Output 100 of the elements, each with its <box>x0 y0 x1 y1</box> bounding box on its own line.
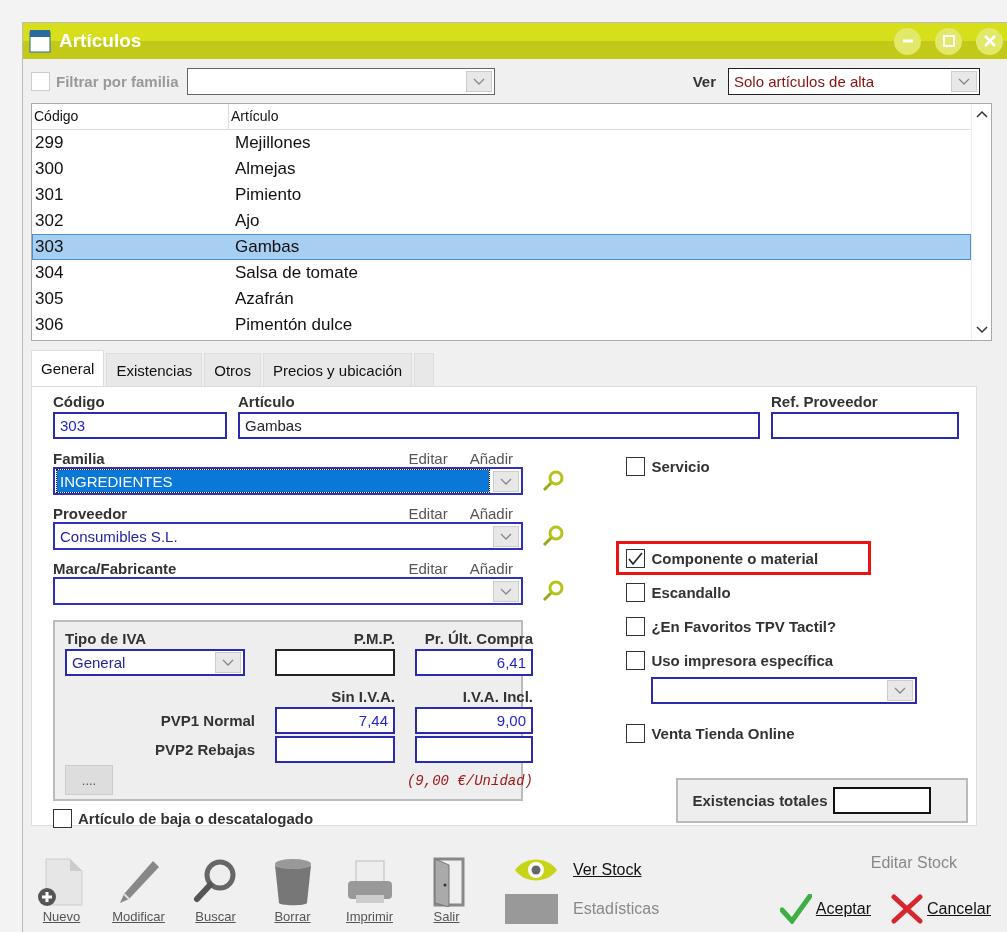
checkbox[interactable] <box>626 723 646 743</box>
scroll-up-icon[interactable] <box>975 110 988 118</box>
column-header[interactable]: Código <box>32 104 229 129</box>
table-cell-text: 306 <box>34 315 65 335</box>
view-select[interactable]: Solo artículos de alta <box>728 67 980 95</box>
gross-price-field[interactable]: 9,00 <box>415 707 533 734</box>
checkbox[interactable] <box>53 809 72 828</box>
price-label: PVP2 Rebajas <box>153 741 255 758</box>
checkbox[interactable] <box>626 582 646 602</box>
checkbox[interactable] <box>626 456 646 476</box>
supplier-ref-field[interactable] <box>771 412 959 439</box>
checkbox-label: Uso impresora específica <box>651 651 834 669</box>
table-cell-text: Pimiento <box>234 185 303 205</box>
list-row[interactable]: 300 Almejas <box>32 156 971 182</box>
field-label: Artículo <box>238 393 296 410</box>
table-cell-text: Almejas <box>234 159 297 179</box>
tab[interactable]: Otros <box>204 353 261 386</box>
field-label: Proveedor <box>53 505 129 522</box>
field-label: Ref. Proveedor <box>771 393 879 410</box>
scroll-down-icon[interactable] <box>975 326 988 334</box>
lookup-select[interactable]: INGREDIENTES <box>53 467 523 495</box>
table-cell-text: 305 <box>34 289 65 309</box>
net-price-field[interactable]: 7,44 <box>275 707 395 734</box>
gross-price-field[interactable] <box>415 736 533 763</box>
add-link[interactable]: Añadir <box>469 560 513 577</box>
checkbox-label: ¿En Favoritos TPV Tactil? <box>651 617 837 635</box>
table-cell-text: Mejillones <box>234 133 312 153</box>
price-label: PVP1 Normal <box>159 712 255 729</box>
field-label: P.M.P. <box>352 630 395 647</box>
close-icon <box>983 35 996 47</box>
calendar-icon <box>29 29 51 53</box>
edit-link[interactable]: Editar <box>408 560 448 577</box>
table-cell-text: 304 <box>34 263 65 283</box>
article-field[interactable]: Gambas <box>238 412 760 439</box>
add-link[interactable]: Añadir <box>469 505 513 522</box>
table-cell-text: Gambas <box>234 237 301 257</box>
new-document-icon <box>37 857 86 907</box>
table-cell-text: Pimentón dulce <box>234 315 354 335</box>
accept-button[interactable]: Aceptar <box>779 894 871 924</box>
table-cell-text: 299 <box>34 133 65 153</box>
view-label: Ver <box>692 72 716 90</box>
table-cell-text: 302 <box>34 211 65 231</box>
table-cell-text: Ajo <box>234 211 261 231</box>
filter-label: Filtrar por familia <box>56 72 179 90</box>
field-label: Existencias totales <box>692 792 828 809</box>
toolbar-button[interactable]: Imprimir <box>331 857 408 924</box>
table-cell-text: 303 <box>34 237 65 257</box>
checkbox-label: Escandallo <box>651 583 731 601</box>
field-label: Pr. Últ. Compra <box>423 630 533 647</box>
field-label: Marca/Fabricante <box>53 560 178 577</box>
checkbox-label: Servicio <box>651 457 710 475</box>
list-row[interactable]: 299 Mejillones <box>32 130 971 156</box>
add-link[interactable]: Añadir <box>469 450 513 467</box>
checkbox[interactable] <box>626 548 646 568</box>
field-label: Tipo de IVA <box>65 630 148 647</box>
column-header[interactable]: Artículo <box>229 104 971 129</box>
toolbar-button[interactable]: Modificar <box>100 857 177 924</box>
checkbox[interactable] <box>626 616 646 636</box>
toolbar-button[interactable]: Borrar <box>254 857 331 924</box>
toolbar-button[interactable]: Nuevo <box>23 857 100 924</box>
list-row[interactable]: 301 Pimiento <box>32 182 971 208</box>
field-label: Código <box>53 393 106 410</box>
field-label: I.V.A. Incl. <box>461 688 533 705</box>
checkbox-label: Venta Tienda Online <box>651 724 795 742</box>
view-stock-link[interactable]: Ver Stock <box>573 861 660 879</box>
lookup-select[interactable] <box>53 577 523 605</box>
table-cell-text: Azafrán <box>234 289 295 309</box>
vat-type-select[interactable]: General <box>65 649 245 676</box>
cancel-button[interactable]: Cancelar <box>890 894 991 924</box>
tab[interactable]: Precios y ubicación <box>262 353 413 386</box>
pmp-field[interactable] <box>275 649 395 676</box>
table-cell-text: 301 <box>34 185 65 205</box>
edit-link[interactable]: Editar <box>408 505 448 522</box>
total-stock-field[interactable] <box>833 787 932 814</box>
family-filter-select[interactable] <box>186 67 495 95</box>
tab[interactable]: General <box>31 350 105 386</box>
toolbar-button[interactable]: Salir <box>408 857 485 924</box>
table-cell-text: Salsa de tomate <box>234 263 359 283</box>
list-row[interactable]: 305 Azafrán <box>32 286 971 312</box>
list-row[interactable]: 306 Pimentón dulce <box>32 312 971 338</box>
tab[interactable]: Existencias <box>106 353 203 386</box>
unit-price: (9,00 €/Unidad) <box>406 773 533 791</box>
list-row[interactable]: 303 Gambas <box>32 234 971 260</box>
checkbox[interactable] <box>626 650 646 670</box>
checkbox-label: Artículo de baja o descatalogado <box>78 810 314 827</box>
edit-link[interactable]: Editar <box>408 450 448 467</box>
more-button[interactable]: .... <box>65 765 113 795</box>
toolbar-button[interactable]: Buscar <box>177 857 254 924</box>
net-price-field[interactable] <box>275 736 395 763</box>
scrollbar[interactable] <box>971 104 991 340</box>
lookup-select[interactable]: Consumibles S.L. <box>53 522 523 550</box>
cross-icon <box>890 894 923 924</box>
maximize-icon <box>942 35 955 47</box>
printer-select[interactable] <box>651 677 918 704</box>
table-cell-text: 300 <box>34 159 65 179</box>
list-row[interactable]: 304 Salsa de tomate <box>32 260 971 286</box>
list-row[interactable]: 302 Ajo <box>32 208 971 234</box>
last-purchase-field[interactable]: 6,41 <box>415 649 533 676</box>
code-field[interactable]: 303 <box>53 412 227 439</box>
checkmark-icon <box>779 894 812 924</box>
